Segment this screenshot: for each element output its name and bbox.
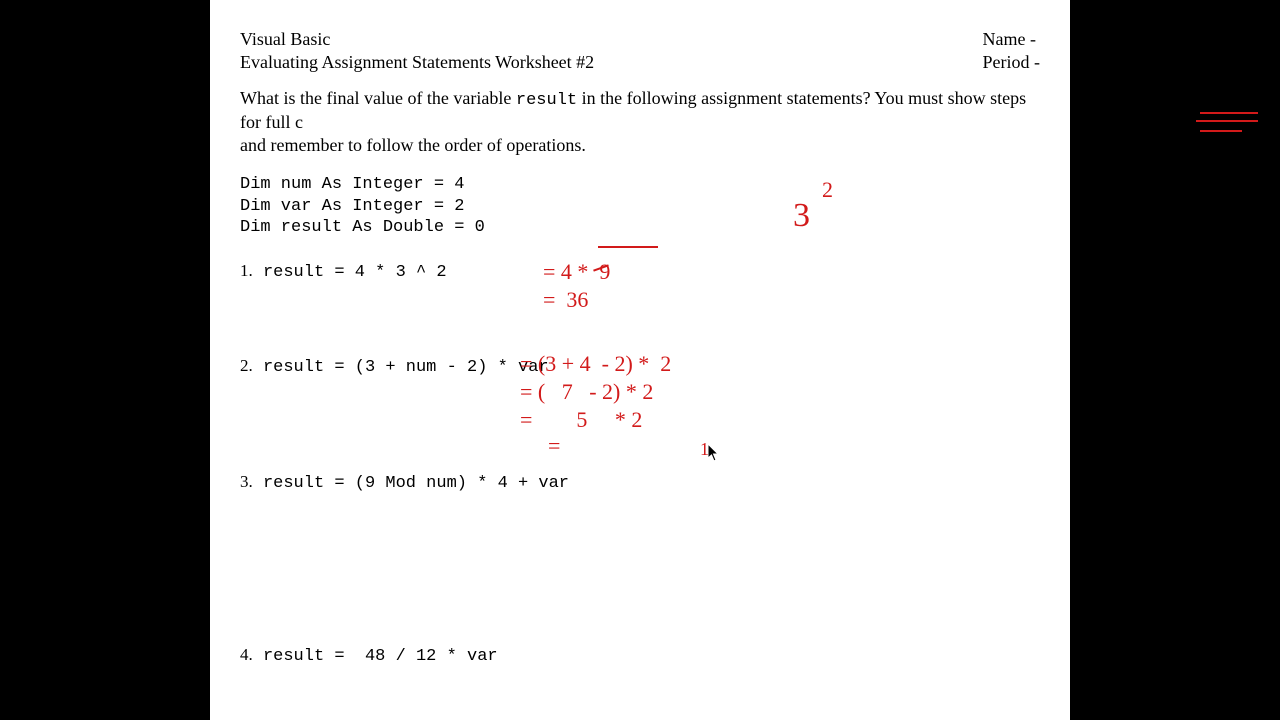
worksheet-page: Visual Basic Evaluating Assignment State… bbox=[210, 0, 1070, 720]
header-right: Name - Period - bbox=[983, 28, 1041, 73]
problem-2-expr: result = (3 + num - 2) * var bbox=[263, 358, 549, 377]
question-var: result bbox=[516, 91, 577, 110]
header-left: Visual Basic Evaluating Assignment State… bbox=[240, 28, 594, 73]
declarations-block: Dim num As Integer = 4 Dim var As Intege… bbox=[240, 174, 1040, 238]
problem-1-number: 1. bbox=[240, 261, 253, 280]
worksheet-title: Evaluating Assignment Statements Workshe… bbox=[240, 51, 594, 74]
problem-1-expr: result = 4 * 3 ^ 2 bbox=[263, 263, 447, 282]
decl-2: Dim var As Integer = 2 bbox=[240, 197, 464, 216]
annotation-scribble bbox=[1196, 120, 1258, 122]
problem-2-number: 2. bbox=[240, 356, 253, 375]
problem-3-expr: result = (9 Mod num) * 4 + var bbox=[263, 474, 569, 493]
problem-4: 4. result = 48 / 12 * var bbox=[240, 644, 1040, 667]
course-name: Visual Basic bbox=[240, 28, 594, 51]
question-text: What is the final value of the variable … bbox=[240, 87, 1040, 156]
problem-2: 2. result = (3 + num - 2) * var bbox=[240, 355, 1040, 378]
question-line2: and remember to follow the order of oper… bbox=[240, 135, 586, 155]
question-pre: What is the final value of the variable bbox=[240, 88, 516, 108]
problem-4-expr: result = 48 / 12 * var bbox=[263, 647, 498, 666]
annotation-scribble bbox=[1200, 130, 1242, 132]
problem-1: 1. result = 4 * 3 ^ 2 bbox=[240, 260, 1040, 283]
period-label: Period - bbox=[983, 51, 1041, 74]
problem-4-number: 4. bbox=[240, 645, 253, 664]
problem-3: 3. result = (9 Mod num) * 4 + var bbox=[240, 471, 1040, 494]
problem-3-number: 3. bbox=[240, 472, 253, 491]
decl-3: Dim result As Double = 0 bbox=[240, 218, 485, 237]
decl-1: Dim num As Integer = 4 bbox=[240, 175, 464, 194]
name-label: Name - bbox=[983, 28, 1041, 51]
worksheet-header: Visual Basic Evaluating Assignment State… bbox=[240, 28, 1040, 73]
annotation-scribble bbox=[1200, 112, 1258, 114]
